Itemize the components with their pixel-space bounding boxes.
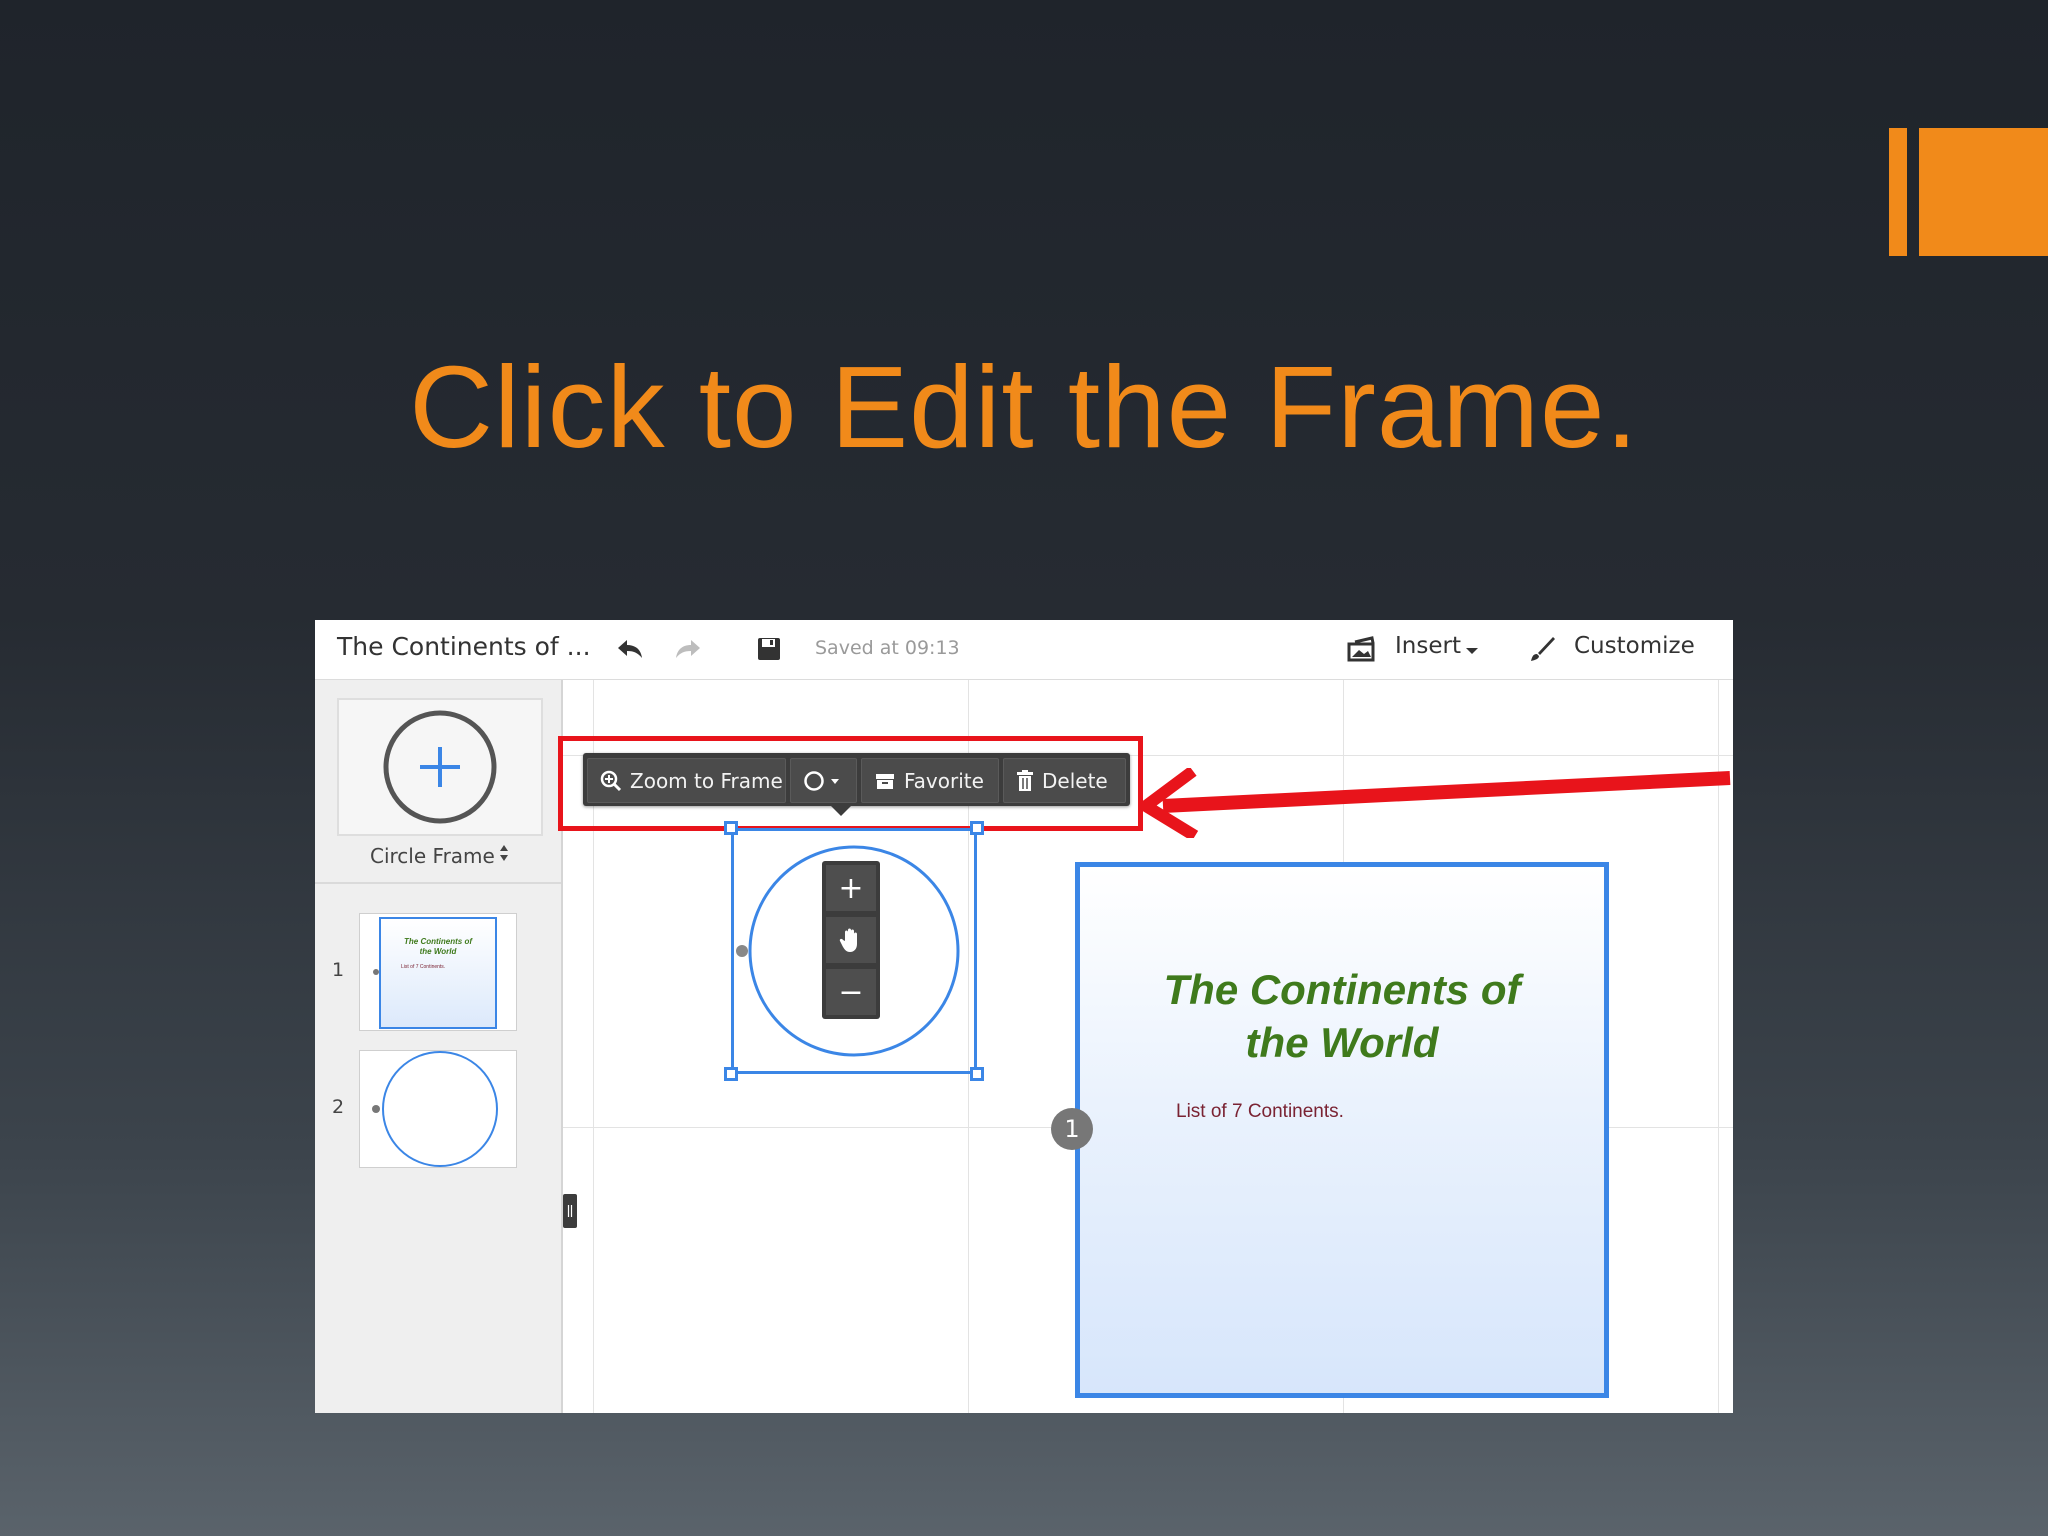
- red-highlight-box: [558, 736, 1143, 831]
- brush-icon[interactable]: [1525, 632, 1559, 666]
- hand-icon: [839, 928, 857, 952]
- title-frame[interactable]: The Continents of the World List of 7 Con…: [1075, 862, 1609, 1398]
- resize-handle-bottom-right[interactable]: [970, 1067, 984, 1081]
- frames-sidebar: Circle Frame 1: [315, 680, 563, 1413]
- thumbnail-1-marker: [373, 969, 379, 975]
- sidebar-divider: [315, 882, 561, 884]
- frame-zoom-controls: + −: [822, 861, 880, 1019]
- save-icon[interactable]: [752, 632, 786, 666]
- add-circle-frame-icon: [383, 710, 497, 824]
- top-bar: The Continents of ... Saved at 09:13 Ins…: [315, 620, 1733, 680]
- zoom-in-button[interactable]: +: [826, 865, 876, 911]
- thumbnail-2-circle: [372, 1051, 498, 1167]
- resize-handle-top-right[interactable]: [970, 821, 984, 835]
- pan-button[interactable]: [826, 917, 876, 963]
- resize-handle-bottom-left[interactable]: [724, 1067, 738, 1081]
- insert-caret-icon: [1466, 648, 1478, 654]
- frame-title[interactable]: The Continents of the World: [1080, 963, 1604, 1069]
- redo-icon[interactable]: [671, 632, 705, 666]
- document-title[interactable]: The Continents of ...: [337, 632, 591, 661]
- insert-menu[interactable]: Insert: [1395, 633, 1461, 659]
- add-frame-card[interactable]: [337, 698, 543, 836]
- slide-title: Click to Edit the Frame.: [409, 342, 1639, 472]
- grip-icon: [567, 1205, 573, 1217]
- thumbnail-1-frame: The Continents of the World List of 7 Con…: [379, 917, 497, 1029]
- customize-button[interactable]: Customize: [1574, 633, 1695, 659]
- resize-handle-top-left[interactable]: [724, 821, 738, 835]
- frame-type-label[interactable]: Circle Frame: [370, 844, 495, 868]
- app-screenshot: The Continents of ... Saved at 09:13 Ins…: [315, 620, 1733, 1413]
- insert-icon[interactable]: [1345, 632, 1379, 666]
- red-pointer-arrow-icon: [1138, 768, 1731, 838]
- undo-icon[interactable]: [613, 632, 647, 666]
- saved-status: Saved at 09:13: [815, 637, 960, 659]
- accent-bar-thin: [1889, 128, 1907, 256]
- frame-subtitle[interactable]: List of 7 Continents.: [1176, 1101, 1344, 1123]
- thumbnail-number-2: 2: [332, 1096, 345, 1118]
- accent-bar-block: [1919, 128, 2048, 256]
- thumbnail-1-subtitle: List of 7 Continents.: [401, 964, 446, 970]
- frame-number-badge[interactable]: 1: [1051, 1108, 1093, 1150]
- thumbnail-number-1: 1: [332, 959, 345, 981]
- thumbnail-1-title: The Continents of the World: [404, 937, 472, 956]
- sidebar-collapse-handle[interactable]: [563, 1194, 577, 1228]
- zoom-out-button[interactable]: −: [826, 969, 876, 1015]
- thumbnail-2[interactable]: [359, 1050, 517, 1168]
- thumbnail-1[interactable]: The Continents of the World List of 7 Con…: [359, 913, 517, 1031]
- editing-canvas[interactable]: Zoom to Frame Favorite Delete + − The Co…: [558, 680, 1733, 1413]
- frame-type-selector-icon[interactable]: [499, 844, 509, 863]
